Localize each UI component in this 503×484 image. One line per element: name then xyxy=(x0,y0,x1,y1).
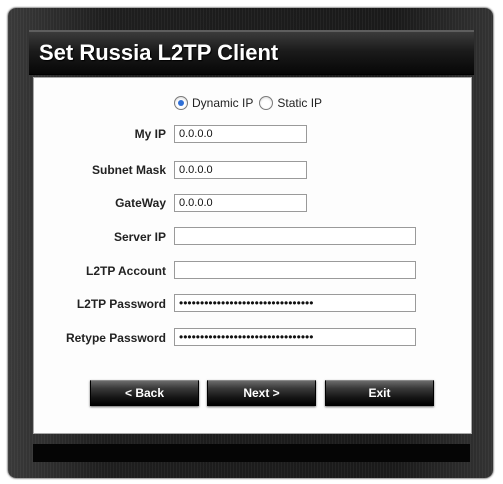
retype-password-field[interactable] xyxy=(174,328,416,346)
exit-button[interactable]: Exit xyxy=(325,380,434,406)
back-button[interactable]: < Back xyxy=(90,380,199,406)
l2tp-account-field[interactable] xyxy=(174,261,416,279)
my-ip-field[interactable] xyxy=(174,125,307,143)
static-ip-label[interactable]: Static IP xyxy=(277,96,322,110)
footer-bar xyxy=(33,444,470,462)
dialog-header: Set Russia L2TP Client xyxy=(29,30,474,74)
gateway-label: GateWay xyxy=(115,196,166,210)
dialog-title: Set Russia L2TP Client xyxy=(39,40,279,65)
retype-password-label: Retype Password xyxy=(65,331,166,345)
subnet-mask-label: Subnet Mask xyxy=(91,163,166,177)
l2tp-password-label: L2TP Password xyxy=(76,297,166,311)
dynamic-ip-radio[interactable] xyxy=(174,96,188,110)
server-ip-field[interactable] xyxy=(174,227,416,245)
dynamic-ip-label[interactable]: Dynamic IP xyxy=(192,96,253,110)
subnet-mask-field[interactable] xyxy=(174,161,307,179)
server-ip-label: Server IP xyxy=(113,230,166,244)
l2tp-account-label: L2TP Account xyxy=(85,264,166,278)
gateway-field[interactable] xyxy=(174,194,307,212)
ip-mode-selector: Dynamic IP Static IP xyxy=(174,94,328,112)
static-ip-radio[interactable] xyxy=(259,96,274,110)
my-ip-label: My IP xyxy=(134,127,166,141)
l2tp-password-field[interactable] xyxy=(174,294,416,312)
next-button[interactable]: Next > xyxy=(207,380,316,406)
